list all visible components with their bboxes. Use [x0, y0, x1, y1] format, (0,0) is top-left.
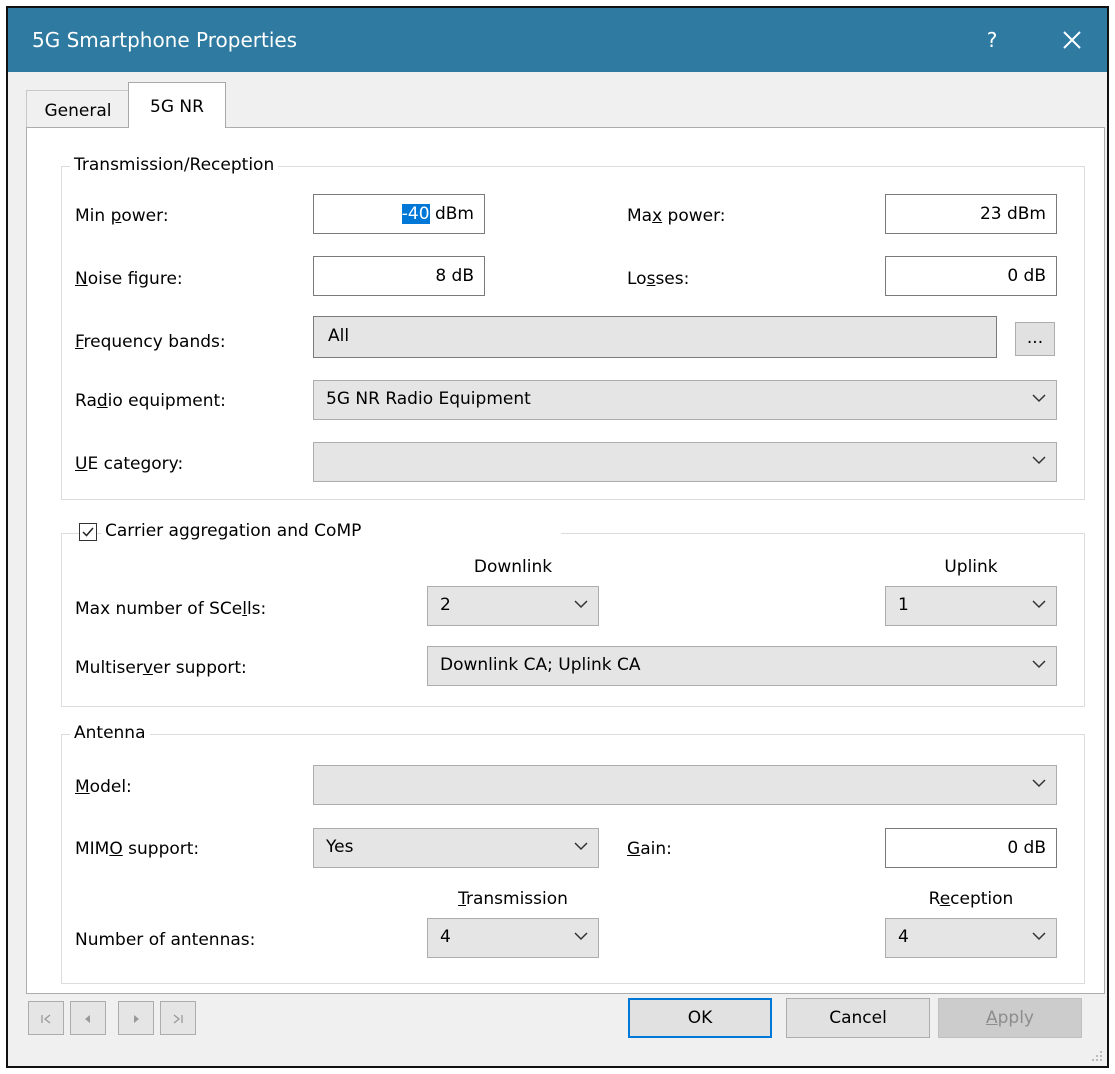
transmission-antennas-value: 4: [440, 927, 451, 947]
transmission-header: Transmission: [458, 889, 568, 909]
chevron-down-icon: [1032, 456, 1046, 465]
resize-grip-icon[interactable]: [1089, 1048, 1103, 1062]
min-power-input[interactable]: -40 dBm: [313, 194, 485, 234]
noise-figure-input[interactable]: 8 dB: [313, 256, 485, 296]
reception-header: Reception: [928, 889, 1014, 909]
reception-antennas-dropdown[interactable]: 4: [885, 918, 1057, 958]
reception-antennas-value: 4: [898, 927, 909, 947]
chevron-down-icon: [574, 600, 588, 609]
last-record-button[interactable]: [160, 1001, 196, 1035]
tab-5g-nr-label: 5G NR: [150, 97, 204, 117]
previous-icon: [85, 1015, 90, 1023]
antenna-legend: Antenna: [70, 723, 150, 743]
previous-record-button[interactable]: [70, 1001, 106, 1035]
frequency-bands-browse-button[interactable]: ...: [1015, 322, 1055, 356]
tab-general[interactable]: General: [26, 90, 130, 128]
chevron-down-icon: [574, 932, 588, 941]
gain-input[interactable]: 0 dB: [885, 828, 1057, 868]
first-icon: [41, 1014, 51, 1024]
multiserver-support-label: Multiserver support:: [75, 658, 247, 678]
multiserver-support-value: Downlink CA; Uplink CA: [440, 655, 641, 675]
losses-label: Losses:: [627, 269, 690, 289]
uplink-scells-value: 1: [898, 595, 909, 615]
close-icon: [1063, 31, 1081, 49]
model-label: Model:: [75, 777, 132, 797]
min-power-unit: dBm: [429, 204, 474, 224]
noise-figure-label: Noise figure:: [75, 269, 183, 289]
ok-button[interactable]: OK: [628, 998, 772, 1038]
mimo-support-value: Yes: [326, 837, 354, 857]
gain-label: Gain:: [627, 839, 672, 859]
mimo-support-dropdown[interactable]: Yes: [313, 828, 599, 868]
losses-input[interactable]: 0 dB: [885, 256, 1057, 296]
ue-category-dropdown[interactable]: [313, 442, 1057, 482]
next-icon: [134, 1015, 139, 1023]
tab-page-5g-nr: Transmission/Reception Min power: -40 dB…: [26, 127, 1105, 994]
title-bar[interactable]: 5G Smartphone Properties ?: [8, 8, 1107, 72]
chevron-down-icon: [574, 842, 588, 851]
radio-equipment-value: 5G NR Radio Equipment: [326, 389, 531, 409]
chevron-down-icon: [1032, 394, 1046, 403]
last-icon: [173, 1014, 183, 1024]
radio-equipment-dropdown[interactable]: 5G NR Radio Equipment: [313, 380, 1057, 420]
mimo-support-label: MIMO support:: [75, 839, 200, 859]
tab-5g-nr[interactable]: 5G NR: [128, 82, 226, 128]
next-record-button[interactable]: [118, 1001, 154, 1035]
frequency-bands-field: All: [313, 316, 997, 358]
downlink-header: Downlink: [473, 557, 553, 577]
chevron-down-icon: [1032, 779, 1046, 788]
chevron-down-icon: [1032, 932, 1046, 941]
chevron-down-icon: [1032, 600, 1046, 609]
transmission-reception-legend: Transmission/Reception: [70, 155, 279, 175]
apply-button[interactable]: Apply: [938, 998, 1082, 1038]
chevron-down-icon: [1032, 660, 1046, 669]
checkmark-icon: [82, 527, 94, 537]
dialog-window: 5G Smartphone Properties ? General 5G NR…: [6, 6, 1109, 1068]
first-record-button[interactable]: [28, 1001, 64, 1035]
uplink-scells-dropdown[interactable]: 1: [885, 586, 1057, 626]
max-scells-label: Max number of SCells:: [75, 599, 267, 619]
tab-general-label: General: [44, 101, 112, 121]
help-button[interactable]: ?: [970, 20, 1014, 60]
max-power-label: Max power:: [627, 206, 726, 226]
close-button[interactable]: [1048, 20, 1096, 60]
frequency-bands-label: Frequency bands:: [75, 332, 226, 352]
number-of-antennas-label: Number of antennas:: [75, 930, 256, 950]
multiserver-support-dropdown[interactable]: Downlink CA; Uplink CA: [427, 646, 1057, 686]
min-power-label: Min power:: [75, 206, 169, 226]
min-power-selected-value: -40: [401, 204, 430, 224]
ue-category-label: UE category:: [75, 454, 184, 474]
downlink-scells-dropdown[interactable]: 2: [427, 586, 599, 626]
uplink-header: Uplink: [944, 557, 998, 577]
radio-equipment-label: Radio equipment:: [75, 391, 226, 411]
window-title: 5G Smartphone Properties: [32, 28, 298, 52]
cancel-button[interactable]: Cancel: [786, 998, 930, 1038]
carrier-aggregation-legend: Carrier aggregation and CoMP: [101, 521, 562, 541]
carrier-aggregation-checkbox[interactable]: [79, 523, 97, 541]
antenna-model-dropdown[interactable]: [313, 765, 1057, 805]
downlink-scells-value: 2: [440, 595, 451, 615]
transmission-antennas-dropdown[interactable]: 4: [427, 918, 599, 958]
max-power-input[interactable]: 23 dBm: [885, 194, 1057, 234]
